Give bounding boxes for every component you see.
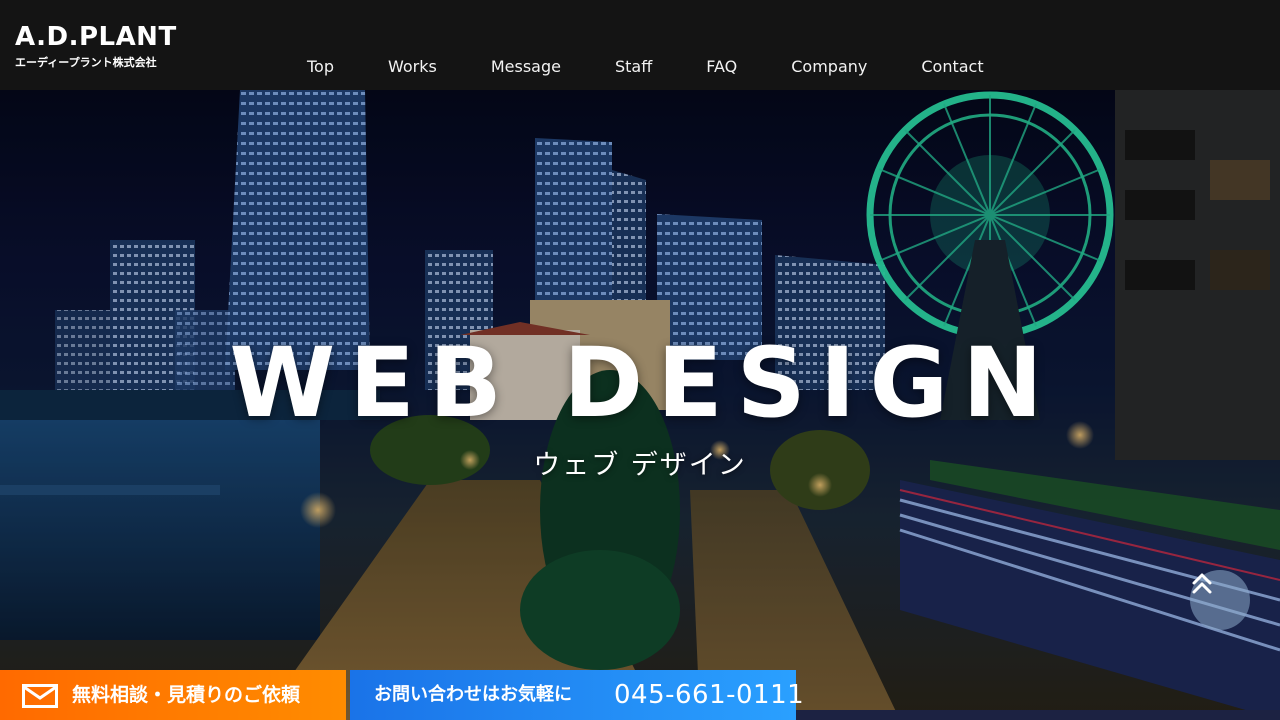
nav-item-top[interactable]: Top xyxy=(280,56,361,80)
free-consultation-button[interactable]: 無料相談・見積りのご依頼 xyxy=(0,670,346,720)
cta-bar-filler xyxy=(796,710,1280,720)
logo-main-text: A.D.PLANT xyxy=(15,22,177,52)
phone-contact-label: お問い合わせはお気軽に xyxy=(374,684,572,705)
site-header: A.D.PLANT エーディープラント株式会社 Top Works Messag… xyxy=(0,0,1280,90)
scroll-to-top-button[interactable] xyxy=(1190,570,1250,630)
hero-title: WEB DESIGN xyxy=(229,327,1057,439)
nav-item-company[interactable]: Company xyxy=(764,56,894,80)
logo-sub-text: エーディープラント株式会社 xyxy=(15,56,157,69)
main-nav: Top Works Message Staff FAQ Company Cont… xyxy=(280,56,1011,80)
nav-item-message[interactable]: Message xyxy=(464,56,588,80)
nav-item-faq[interactable]: FAQ xyxy=(679,56,764,80)
nav-item-staff[interactable]: Staff xyxy=(588,56,679,80)
double-chevron-up-icon xyxy=(1192,573,1212,594)
hero-section: WEB DESIGN ウェブ デザイン xyxy=(0,90,1280,720)
nav-item-works[interactable]: Works xyxy=(361,56,464,80)
hero-subtitle: ウェブ デザイン xyxy=(533,450,747,481)
free-consultation-label: 無料相談・見積りのご依頼 xyxy=(72,684,301,706)
phone-contact-button[interactable]: お問い合わせはお気軽に 045-661-0111 xyxy=(350,670,804,720)
mail-icon xyxy=(22,684,58,708)
site-logo[interactable]: A.D.PLANT エーディープラント株式会社 xyxy=(15,22,177,70)
phone-number: 045-661-0111 xyxy=(614,680,805,710)
nav-item-contact[interactable]: Contact xyxy=(894,56,1010,80)
